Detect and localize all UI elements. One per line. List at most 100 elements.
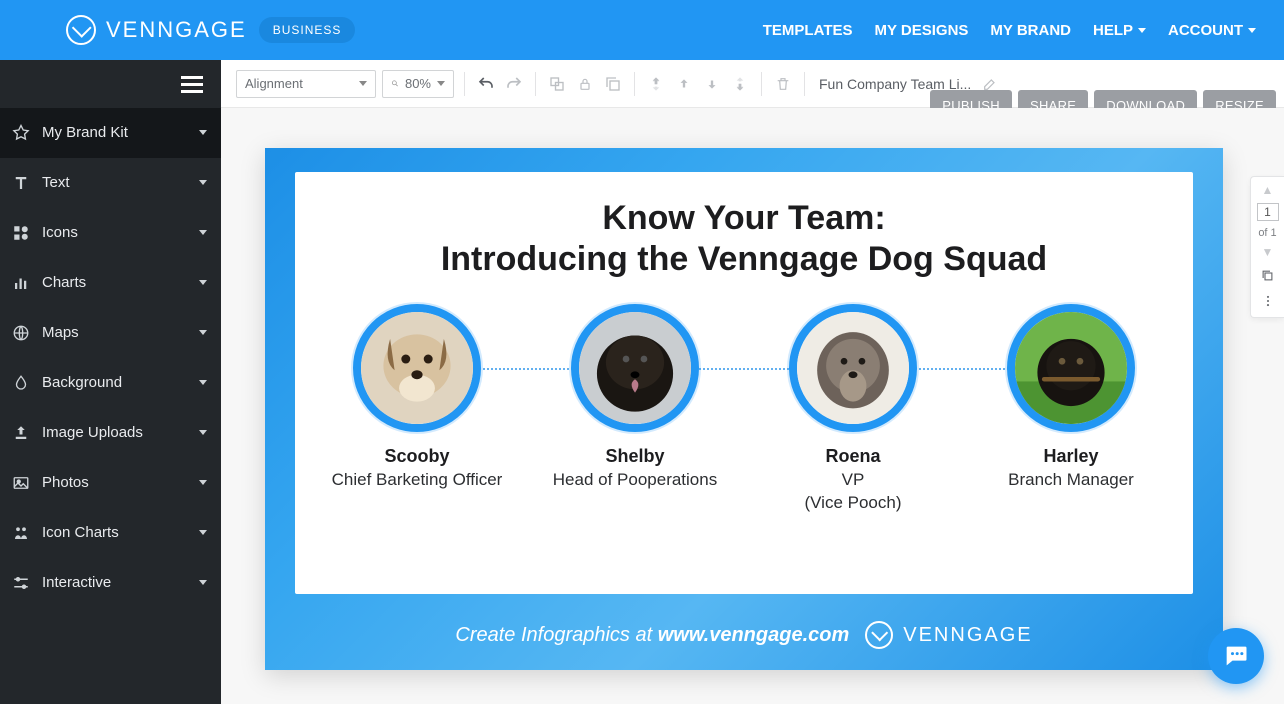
chevron-down-icon — [199, 130, 207, 135]
nav-label: ACCOUNT — [1168, 22, 1243, 39]
separator — [634, 72, 635, 96]
more-options-button[interactable] — [1258, 291, 1278, 311]
chevron-down-icon — [199, 380, 207, 385]
member-name: Scooby — [384, 446, 449, 467]
lock-button[interactable] — [574, 73, 596, 95]
separator — [464, 72, 465, 96]
nav-label: MY DESIGNS — [875, 22, 969, 39]
page-up-button[interactable]: ▲ — [1262, 183, 1274, 197]
image-icon — [10, 472, 32, 494]
app-header: VENNGAGE BUSINESS TEMPLATES MY DESIGNS M… — [0, 0, 1284, 60]
title-line-1: Know Your Team: — [602, 199, 885, 237]
chevron-down-icon — [199, 580, 207, 585]
sidebar-item-label: Photos — [42, 474, 199, 491]
sidebar-item-interactive[interactable]: Interactive — [0, 558, 221, 608]
alignment-dropdown[interactable]: Alignment — [236, 70, 376, 98]
plan-badge: BUSINESS — [259, 17, 356, 43]
footer-pre: Create Infographics at — [455, 624, 657, 646]
text-icon — [10, 172, 32, 194]
send-backward-button[interactable] — [701, 73, 723, 95]
sidebar-item-text[interactable]: Text — [0, 158, 221, 208]
member-title: Chief Barketing Officer — [332, 469, 503, 492]
zoom-value: 80% — [405, 76, 431, 91]
clock-check-icon — [66, 15, 96, 45]
bring-forward-button[interactable] — [673, 73, 695, 95]
chevron-down-icon — [199, 530, 207, 535]
footer-text[interactable]: Create Infographics at www.venngage.com — [455, 624, 849, 647]
current-page-input[interactable]: 1 — [1257, 203, 1279, 221]
people-icon — [10, 522, 32, 544]
sidebar-item-icons[interactable]: Icons — [0, 208, 221, 258]
send-back-button[interactable] — [729, 73, 751, 95]
editor-main: Alignment 80% Fun Company Team Li... — [221, 60, 1284, 704]
separator — [804, 72, 805, 96]
hamburger-icon — [181, 83, 203, 86]
presentation-title[interactable]: Know Your Team: Introducing the Venngage… — [441, 198, 1047, 280]
separator — [535, 72, 536, 96]
member-name: Shelby — [605, 446, 664, 467]
brand-logo[interactable]: VENNGAGE — [66, 15, 247, 45]
content-card: Know Your Team: Introducing the Venngage… — [295, 172, 1193, 594]
nav-account[interactable]: ACCOUNT — [1168, 22, 1256, 39]
page-down-button[interactable]: ▼ — [1262, 245, 1274, 259]
chevron-down-icon — [1248, 28, 1256, 33]
team-member[interactable]: Harley Branch Manager — [971, 304, 1171, 515]
footer-logo[interactable]: VENNGAGE — [865, 621, 1032, 649]
chevron-down-icon — [437, 81, 445, 86]
team-row: Scooby Chief Barketing Officer Shelby He… — [295, 304, 1193, 515]
sidebar-toggle[interactable] — [0, 60, 221, 108]
sidebar-item-iconcharts[interactable]: Icon Charts — [0, 508, 221, 558]
nav-mydesigns[interactable]: MY DESIGNS — [875, 22, 969, 39]
main-nav: TEMPLATES MY DESIGNS MY BRAND HELP ACCOU… — [763, 22, 1256, 39]
team-member[interactable]: Scooby Chief Barketing Officer — [317, 304, 517, 515]
nav-mybrand[interactable]: MY BRAND — [990, 22, 1071, 39]
sidebar-item-maps[interactable]: Maps — [0, 308, 221, 358]
avatar — [353, 304, 481, 432]
sidebar-item-label: Text — [42, 174, 199, 191]
nav-templates[interactable]: TEMPLATES — [763, 22, 853, 39]
delete-button[interactable] — [772, 73, 794, 95]
copy-button[interactable] — [602, 73, 624, 95]
title-line-2: Introducing the Venngage Dog Squad — [441, 240, 1047, 278]
chevron-down-icon — [199, 180, 207, 185]
separator — [761, 72, 762, 96]
copy-page-button[interactable] — [1258, 265, 1278, 285]
group-button[interactable] — [546, 73, 568, 95]
sidebar-item-photos[interactable]: Photos — [0, 458, 221, 508]
redo-button[interactable] — [503, 73, 525, 95]
bring-front-button[interactable] — [645, 73, 667, 95]
chevron-down-icon — [199, 430, 207, 435]
drop-icon — [10, 372, 32, 394]
star-icon — [10, 122, 32, 144]
sidebar-item-charts[interactable]: Charts — [0, 258, 221, 308]
design-canvas[interactable]: Know Your Team: Introducing the Venngage… — [265, 148, 1223, 670]
chat-support-button[interactable] — [1208, 628, 1264, 684]
shapes-icon — [10, 222, 32, 244]
member-title: Branch Manager — [1008, 469, 1134, 492]
avatar — [571, 304, 699, 432]
chevron-down-icon — [199, 330, 207, 335]
sidebar-item-label: Icon Charts — [42, 524, 199, 541]
team-member[interactable]: Roena VP(Vice Pooch) — [753, 304, 953, 515]
team-member[interactable]: Shelby Head of Pooperations — [535, 304, 735, 515]
zoom-dropdown[interactable]: 80% — [382, 70, 454, 98]
upload-icon — [10, 422, 32, 444]
left-sidebar: My Brand Kit Text Icons Charts Maps Back… — [0, 60, 221, 704]
chat-icon — [1222, 642, 1250, 670]
globe-icon — [10, 322, 32, 344]
page-total: of 1 — [1258, 227, 1276, 239]
search-icon — [391, 77, 399, 90]
nav-help[interactable]: HELP — [1093, 22, 1146, 39]
chevron-down-icon — [199, 230, 207, 235]
sidebar-item-background[interactable]: Background — [0, 358, 221, 408]
footer-brand: VENNGAGE — [903, 624, 1032, 647]
sidebar-item-label: Maps — [42, 324, 199, 341]
bar-chart-icon — [10, 272, 32, 294]
sidebar-item-mybrandkit[interactable]: My Brand Kit — [0, 108, 221, 158]
page-navigator: ▲ 1 of 1 ▼ — [1250, 176, 1284, 318]
member-title: Head of Pooperations — [553, 469, 717, 492]
chevron-down-icon — [359, 81, 367, 86]
undo-button[interactable] — [475, 73, 497, 95]
avatar — [1007, 304, 1135, 432]
sidebar-item-imageuploads[interactable]: Image Uploads — [0, 408, 221, 458]
